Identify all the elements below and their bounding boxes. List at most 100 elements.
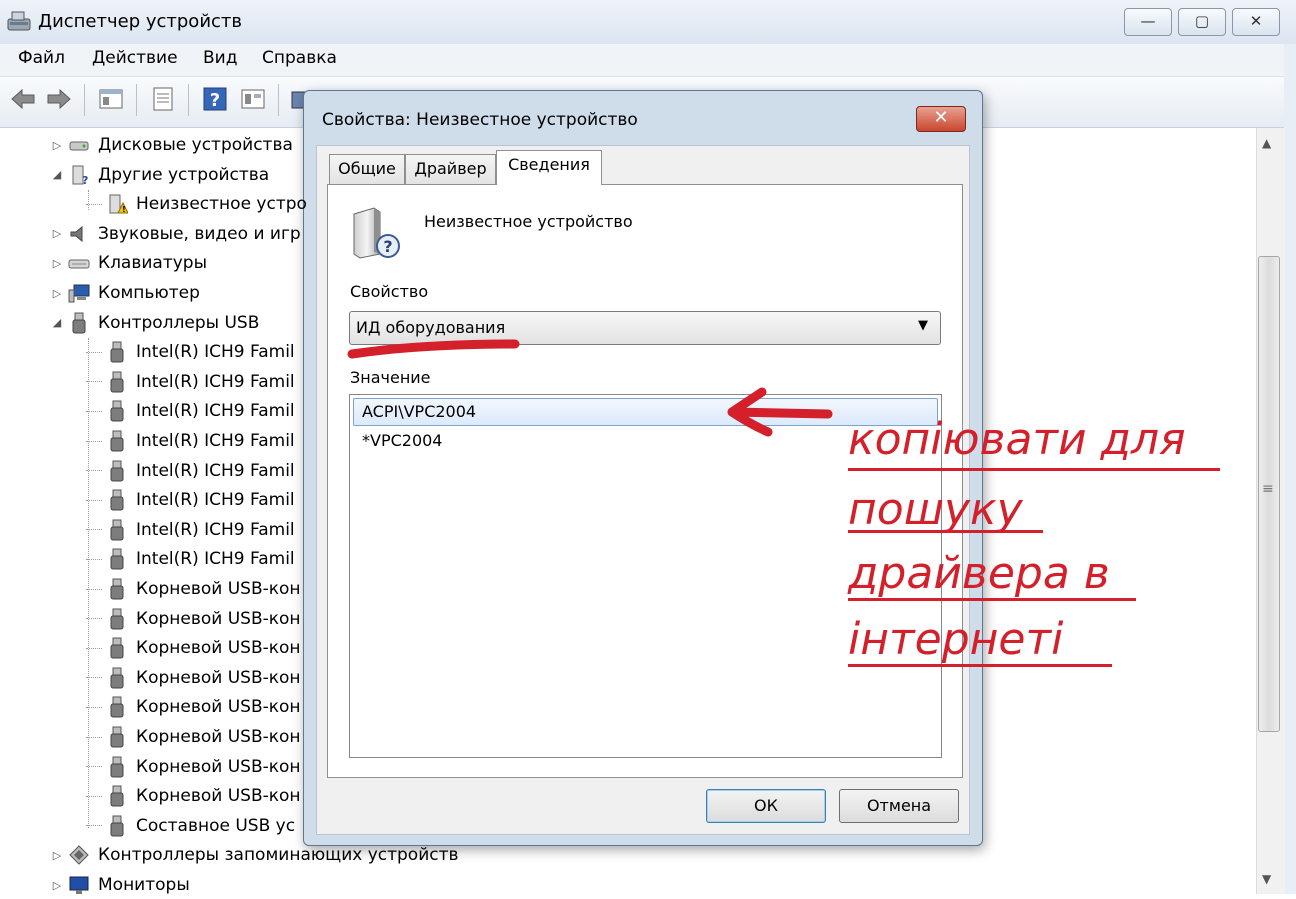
usb-icon (110, 341, 124, 363)
keyboard-icon (68, 259, 90, 269)
tree-item[interactable]: ◢? Другие устройства (50, 161, 269, 189)
maximize-icon: ▢ (1194, 12, 1210, 30)
scroll-up-arrow-icon[interactable]: ▲ (1262, 136, 1271, 150)
tree-item-label: Звуковые, видео и игр (98, 223, 301, 244)
tree-item[interactable]: Intel(R) ICH9 Famil (86, 545, 295, 573)
document-icon[interactable] (150, 86, 176, 112)
scan-hardware-icon[interactable] (240, 86, 266, 112)
tree-item[interactable]: ▷ Мониторы (50, 871, 190, 899)
collapse-arrow-icon[interactable]: ◢ (50, 316, 64, 329)
tree-item-label: Дисковые устройства (98, 135, 293, 155)
expand-arrow-icon[interactable]: ▷ (50, 227, 64, 240)
tree-item[interactable]: Корневой USB-кон (86, 664, 301, 692)
usb-icon (110, 400, 124, 422)
properties-view-icon[interactable] (98, 86, 124, 112)
close-button[interactable]: ✕ (1232, 8, 1280, 36)
menu-bar (0, 44, 1284, 77)
tree-item[interactable]: ▷ Компьютер (50, 279, 200, 307)
speaker-icon (70, 225, 83, 242)
tab-driver[interactable]: Драйвер (405, 154, 496, 184)
tree-item[interactable]: Корневой USB-кон (86, 634, 301, 662)
forward-arrow-icon[interactable] (46, 86, 72, 112)
window-title: Диспетчер устройств (38, 11, 243, 32)
tree-item-label: Контроллеры запоминающих устройств (98, 845, 459, 866)
usb-icon (110, 519, 124, 541)
ok-button[interactable]: ОК (706, 789, 826, 823)
help-icon[interactable]: ? (202, 86, 228, 112)
usb-icon (110, 489, 124, 511)
tree-item[interactable]: ▷ Контроллеры запоминающих устройств (50, 841, 459, 869)
expand-arrow-icon[interactable]: ▷ (50, 879, 64, 892)
tree-item[interactable]: Корневой USB-кон (86, 753, 301, 781)
tree-item-label: Intel(R) ICH9 Famil (136, 431, 295, 451)
tree-item[interactable]: ▷ Клавиатуры (50, 249, 207, 277)
tree-item-label: Intel(R) ICH9 Famil (136, 371, 295, 392)
tree-guide-line (88, 338, 89, 828)
svg-text:?: ? (383, 237, 392, 256)
tree-item-label: Корневой USB-кон (136, 638, 301, 659)
tree-item[interactable]: Корневой USB-кон (86, 605, 301, 633)
tree-item[interactable]: Intel(R) ICH9 Famil (86, 486, 295, 514)
svg-text:?: ? (210, 90, 220, 111)
usb-icon (110, 460, 124, 482)
maximize-button[interactable]: ▢ (1178, 8, 1226, 36)
tree-item[interactable]: ▷ Звуковые, видео и игр (50, 220, 301, 248)
minimize-icon: — (1140, 12, 1156, 30)
tree-item[interactable]: Корневой USB-кон (86, 693, 301, 721)
annotation-underline (848, 530, 1043, 533)
menu-view[interactable]: Вид (203, 48, 237, 68)
annotation-underline (848, 664, 1112, 667)
usb-icon (72, 312, 86, 334)
storage-controller-icon (69, 845, 89, 866)
menu-action[interactable]: Действие (92, 48, 178, 68)
tree-item[interactable]: ◢ Контроллеры USB (50, 309, 259, 337)
device-manager-app-icon (7, 11, 31, 31)
expand-arrow-icon[interactable]: ▷ (50, 849, 64, 862)
dropdown-arrow-icon[interactable]: ▼ (918, 318, 928, 333)
tree-item[interactable]: ! Неизвестное устро (86, 190, 307, 218)
tree-item[interactable]: Intel(R) ICH9 Famil (86, 427, 295, 455)
minimize-button[interactable]: — (1124, 8, 1172, 36)
scroll-down-arrow-icon[interactable]: ▼ (1262, 872, 1271, 886)
usb-icon (110, 548, 124, 570)
tree-item-label: Корневой USB-кон (136, 667, 301, 688)
dialog-close-button[interactable]: ✕ (916, 106, 966, 132)
collapse-arrow-icon[interactable]: ◢ (50, 168, 64, 181)
usb-icon (110, 815, 124, 837)
menu-help[interactable]: Справка (262, 48, 337, 68)
tree-item[interactable]: ▷ Дисковые устройства (50, 131, 293, 159)
tree-item[interactable]: Корневой USB-кон (86, 782, 301, 810)
tree-item[interactable]: Intel(R) ICH9 Famil (86, 516, 295, 544)
tree-item-label: Intel(R) ICH9 Famil (136, 519, 295, 540)
usb-icon (110, 578, 124, 600)
expand-arrow-icon[interactable]: ▷ (50, 287, 64, 300)
expand-arrow-icon[interactable]: ▷ (50, 139, 64, 152)
tree-item[interactable]: Корневой USB-кон (86, 723, 301, 751)
tree-item[interactable]: Intel(R) ICH9 Famil (86, 457, 295, 485)
cancel-button[interactable]: Отмена (839, 789, 959, 823)
tree-item-label: Мониторы (98, 875, 190, 895)
toolbar-separator (188, 84, 189, 116)
tree-item[interactable]: Составное USB ус (86, 812, 295, 840)
annotation-marks (347, 339, 833, 437)
tree-item-label: Другие устройства (98, 164, 270, 185)
tab-details[interactable]: Сведения (496, 150, 602, 185)
back-arrow-icon[interactable] (10, 86, 36, 112)
tree-item[interactable]: Intel(R) ICH9 Famil (86, 397, 295, 425)
annotation-text-line: копіювати для (848, 414, 1186, 465)
expand-arrow-icon[interactable]: ▷ (50, 257, 64, 270)
tab-general[interactable]: Общие (329, 154, 405, 184)
close-icon: ✕ (1249, 12, 1263, 30)
tree-item[interactable]: Корневой USB-кон (86, 575, 301, 603)
usb-icon (110, 430, 124, 452)
tree-item[interactable]: Intel(R) ICH9 Famil (86, 368, 295, 396)
tree-item-label: Корневой USB-кон (136, 786, 301, 807)
tree-item-label: Корневой USB-кон (136, 697, 301, 718)
tree-item-label: Компьютер (98, 283, 200, 303)
tree-item[interactable]: Intel(R) ICH9 Famil (86, 338, 295, 366)
usb-icon (110, 785, 124, 807)
usb-icon (110, 696, 124, 718)
usb-icon (110, 371, 124, 393)
tree-item-label: Корневой USB-кон (136, 579, 301, 599)
menu-file[interactable]: Файл (18, 48, 65, 68)
